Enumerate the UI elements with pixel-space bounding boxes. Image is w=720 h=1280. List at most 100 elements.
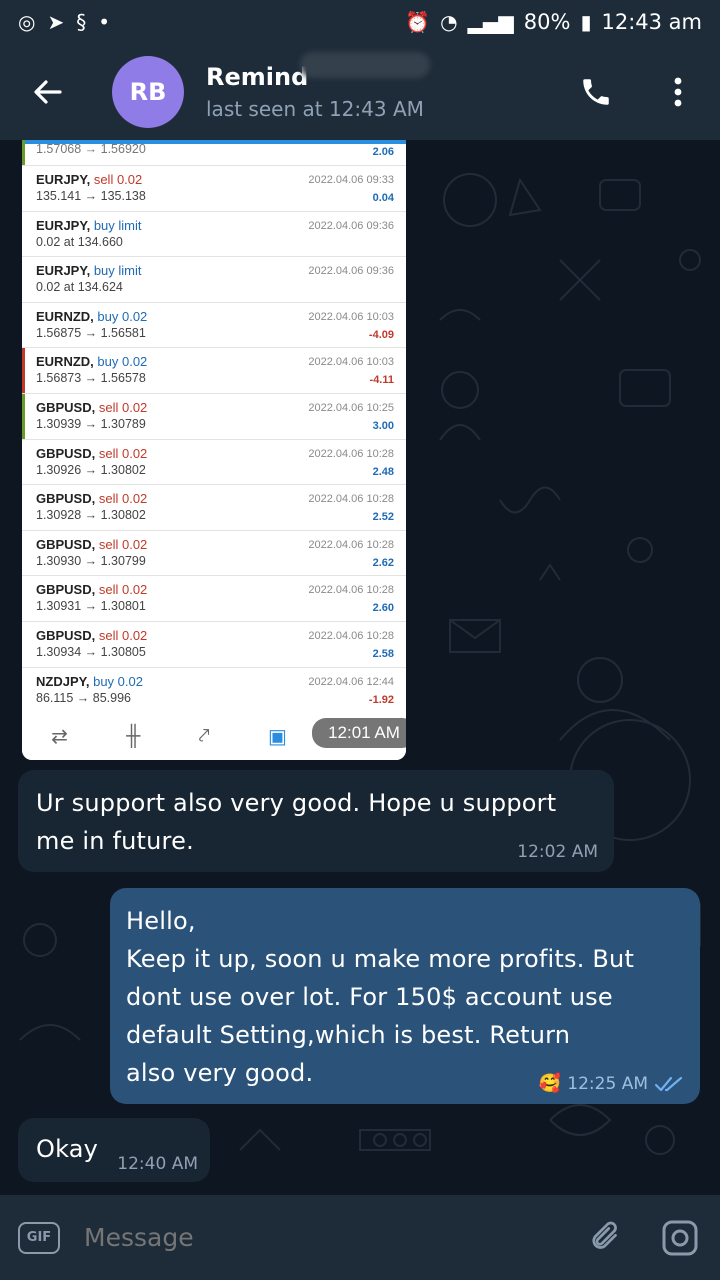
signal-icon: ▂▄▆ — [467, 10, 514, 34]
trade-side: sell 0.02 — [98, 582, 148, 598]
trade-row: GBPUSD, sell 0.02 1.30939 → 1.30789 2022.0… — [22, 393, 406, 440]
reaction-emoji[interactable]: 🥰 — [539, 1073, 561, 1094]
telegram-icon: ➤ — [47, 10, 65, 34]
trade-history-screenshot[interactable]: 1.57068 → 1.56920 2.06 EURJPY, sell 0.02… — [22, 140, 406, 760]
message-time: 12:02 AM — [517, 842, 598, 862]
avatar[interactable]: RB — [112, 56, 184, 128]
trade-side: buy 0.02 — [97, 354, 148, 370]
trade-profit: 0.04 — [372, 192, 394, 204]
trade-side: sell 0.02 — [98, 445, 148, 461]
trade-prices: 1.56875 → 1.56581 — [36, 325, 146, 340]
trade-side: sell 0.02 — [98, 399, 148, 415]
message-text: Ur support also very good. Hope u suppor… — [36, 789, 557, 855]
message-composer: GIF — [0, 1195, 720, 1280]
back-button[interactable] — [0, 44, 96, 140]
alarm-icon: ⏰ — [405, 10, 431, 34]
trade-side: buy 0.02 — [93, 673, 143, 689]
trade-prices: 1.30934 → 1.30805 — [36, 644, 146, 659]
message-meta: 🥰 12:25 AM — [539, 1073, 684, 1094]
history-icon: ▣ — [267, 725, 287, 748]
chat-area[interactable]: 1.57068 → 1.56920 2.06 EURJPY, sell 0.02… — [0, 140, 720, 1195]
trade-time: 2022.04.06 09:33 — [308, 174, 394, 186]
trade-list: EURJPY, sell 0.02 135.141 → 135.138 2022.0… — [22, 166, 406, 714]
camera-button[interactable] — [658, 1216, 702, 1260]
trade-symbol-name: GBPUSD, — [36, 536, 96, 552]
trade-prices: 1.30939 → 1.30789 — [36, 416, 146, 431]
trade-side: sell 0.02 — [98, 536, 148, 552]
gif-button[interactable]: GIF — [18, 1221, 60, 1254]
phone-icon — [583, 79, 609, 105]
double-check-icon — [654, 1076, 683, 1091]
trade-row: GBPUSD, sell 0.02 1.30926 → 1.30802 2022.0… — [22, 440, 406, 486]
trade-side: sell 0.02 — [98, 627, 148, 643]
trade-symbol-name: EURNZD, — [36, 354, 94, 370]
message-bubble-incoming[interactable]: Okay 12:40 AM — [18, 1118, 210, 1182]
trade-symbol-name: GBPUSD, — [36, 582, 96, 598]
trade-symbol-name: GBPUSD, — [36, 445, 96, 461]
trade-symbol-name: EURNZD, — [36, 308, 94, 324]
trade-profit: -4.09 — [368, 328, 394, 341]
trade-row: GBPUSD, sell 0.02 1.30931 → 1.30801 2022.0… — [22, 576, 406, 622]
message-time: 12:40 AM — [117, 1154, 198, 1174]
wifi-icon: ◔ — [440, 10, 458, 34]
message-bubble-outgoing[interactable]: Hello, Keep it up, soon u make more prof… — [110, 888, 700, 1104]
trade-row: EURNZD, buy 0.02 1.56873 → 1.56578 2022.04… — [22, 348, 406, 394]
trade-symbol-name: EURJPY, — [36, 263, 91, 279]
trade-row: NZDJPY, buy 0.02 86.115 → 85.996 2022.04.0… — [22, 668, 406, 714]
trade-prices: 1.30930 → 1.30799 — [36, 553, 146, 568]
row-marker — [22, 348, 25, 393]
row-marker — [22, 140, 25, 165]
trade-row: EURNZD, buy 0.02 1.56875 → 1.56581 2022.04… — [22, 303, 406, 349]
trade-profit: -1.92 — [368, 693, 394, 706]
message-text: Hello, Keep it up, soon u make more prof… — [126, 907, 635, 1087]
message-meta: 12:02 AM — [517, 842, 598, 862]
message-input[interactable] — [84, 1223, 584, 1252]
trade-profit: 2.06 — [372, 146, 394, 158]
trade-time: 2022.04.06 10:28 — [308, 538, 394, 551]
status-left-icons: ◎ ➤ § • — [18, 12, 110, 32]
battery-percent: 80% — [523, 10, 571, 34]
trade-prices: 135.141 → 135.138 — [36, 189, 146, 203]
camera-icon — [662, 1220, 698, 1255]
trade-time: 2022.04.06 10:28 — [308, 447, 394, 460]
trade-time: 2022.04.06 10:28 — [308, 584, 394, 597]
trade-row: EURJPY, buy limit 0.02 at 134.660 2022.04.… — [22, 212, 406, 258]
trade-time: 2022.04.06 12:44 — [308, 675, 394, 688]
trade-side: sell 0.02 — [98, 491, 148, 507]
call-button[interactable] — [572, 68, 620, 116]
battery-icon: ▮ — [580, 10, 592, 34]
trade-side: buy 0.02 — [97, 308, 148, 324]
status-time: 12:43 am — [601, 10, 702, 34]
trade-row: GBPUSD, sell 0.02 1.30934 → 1.30805 2022.0… — [22, 622, 406, 668]
message-bubble-incoming[interactable]: Ur support also very good. Hope u suppor… — [18, 770, 614, 872]
trade-row: EURJPY, sell 0.02 135.141 → 135.138 2022.0… — [22, 166, 406, 212]
trade-symbol-name: EURJPY, — [36, 172, 91, 187]
trade-side: buy limit — [93, 263, 142, 279]
chat-header: RB Remind last seen at 12:43 AM — [0, 44, 720, 140]
shazam-icon: § — [76, 10, 87, 34]
trade-profit: 2.52 — [372, 511, 394, 524]
back-arrow-icon — [34, 80, 62, 104]
trade-prices: 1.56873 → 1.56578 — [36, 371, 146, 386]
paperclip-icon — [592, 1221, 617, 1249]
trade-prices: 1.30928 → 1.30802 — [36, 508, 146, 523]
trade-profit: 2.48 — [372, 465, 394, 478]
trade-prices: 0.02 at 134.660 — [36, 234, 123, 249]
quotes-icon: ⇄ — [51, 725, 68, 748]
trade-prices: 86.115 → 85.996 — [36, 690, 131, 705]
trade-symbol-name: GBPUSD, — [36, 399, 96, 415]
trade-prices: 1.57068 → 1.56920 — [36, 142, 146, 156]
dot-icon: • — [98, 10, 111, 34]
trade-time: 2022.04.06 10:28 — [308, 493, 394, 506]
trade-symbol-name: EURJPY, — [36, 217, 91, 233]
trade-time: 2022.04.06 10:03 — [308, 356, 394, 369]
trade-time: 2022.04.06 09:36 — [308, 265, 394, 278]
trade-row: GBPUSD, sell 0.02 1.30928 → 1.30802 2022.0… — [22, 485, 406, 531]
trade-side: sell 0.02 — [93, 172, 143, 187]
attach-button[interactable] — [584, 1216, 628, 1260]
trade-row: EURJPY, buy limit 0.02 at 134.624 2022.04.… — [22, 257, 406, 303]
trade-prices: 0.02 at 134.624 — [36, 280, 123, 295]
trade-row-partial: 1.57068 → 1.56920 2.06 — [22, 140, 406, 166]
more-options-button[interactable] — [654, 68, 702, 116]
trade-profit: 2.60 — [372, 602, 394, 615]
